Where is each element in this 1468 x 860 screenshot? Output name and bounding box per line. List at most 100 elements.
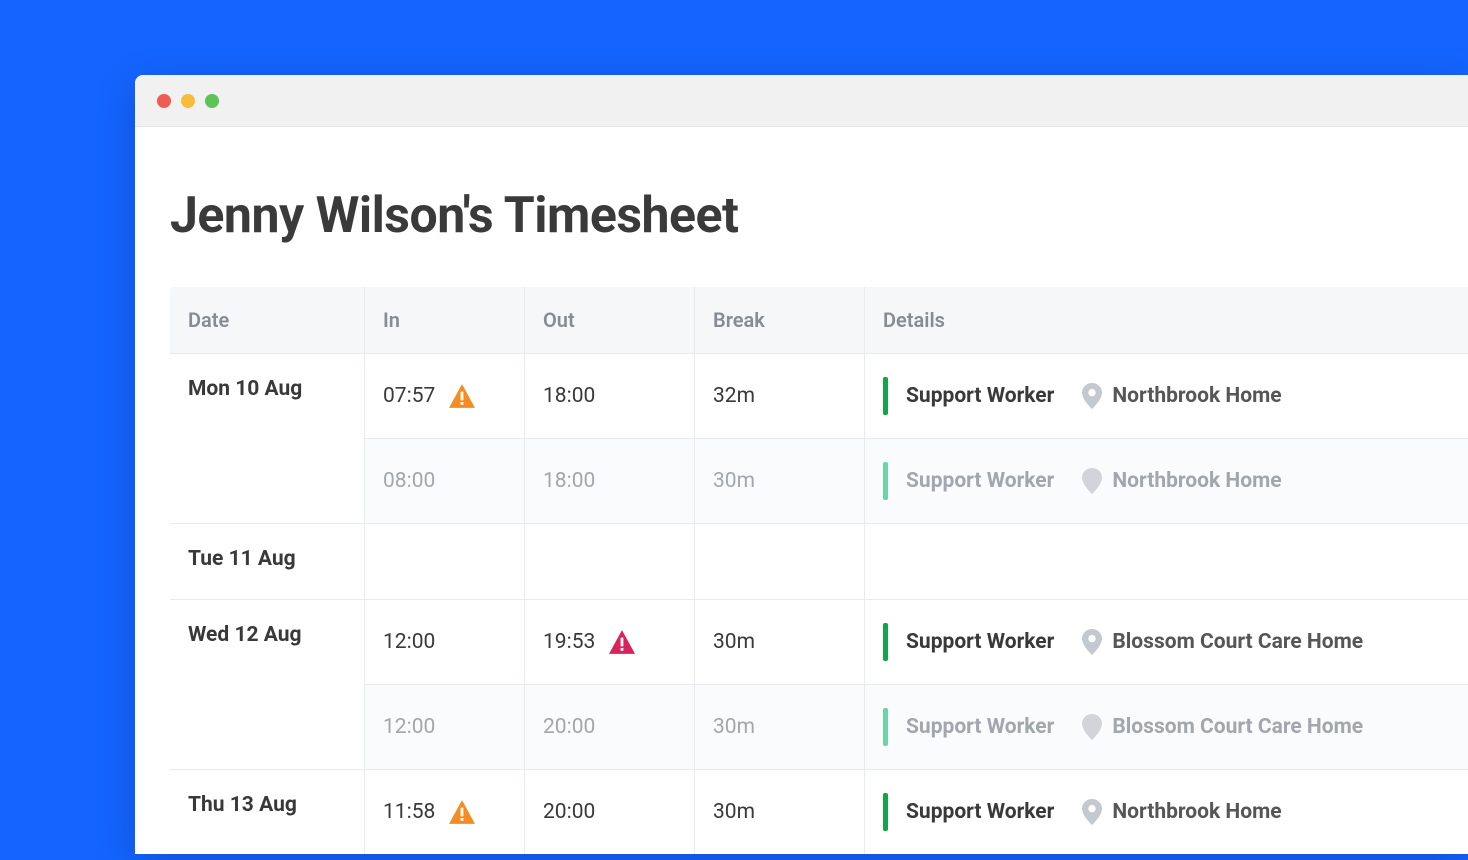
rows-wrap: 11:58 20:00 30m Support Worker Northbrook … [365, 770, 1468, 854]
column-header-break: Break [695, 287, 865, 353]
role-indicator-bar [883, 377, 888, 415]
day-group: Mon 10 Aug 07:57 18:00 32m Support Worker N… [170, 353, 1468, 523]
day-group: Wed 12 Aug 12:00 19:53 30m Support Worker B… [170, 599, 1468, 769]
window-close-button[interactable] [157, 94, 171, 108]
in-time: 12:00 [383, 715, 435, 739]
location-wrap: Blossom Court Care Home [1082, 714, 1363, 740]
location-label: Blossom Court Care Home [1112, 715, 1363, 739]
cell-out[interactable]: 19:53 [525, 600, 695, 684]
page-title: Jenny Wilson's Timesheet [170, 187, 1468, 245]
break-duration: 30m [713, 800, 755, 824]
table-row[interactable]: 11:58 20:00 30m Support Worker Northbrook … [365, 770, 1468, 854]
location-label: Northbrook Home [1112, 469, 1281, 493]
location-wrap: Blossom Court Care Home [1082, 629, 1363, 655]
rows-wrap [365, 524, 1468, 599]
warning-icon [609, 630, 635, 654]
rows-wrap: 07:57 18:00 32m Support Worker Northbrook … [365, 354, 1468, 523]
break-duration: 30m [713, 715, 755, 739]
cell-out[interactable]: 18:00 [525, 354, 695, 438]
window-content: Jenny Wilson's Timesheet Date In Out Bre… [135, 127, 1468, 854]
cell-in[interactable]: 11:58 [365, 770, 525, 854]
cell-in[interactable]: 12:00 [365, 600, 525, 684]
role-indicator-bar [883, 623, 888, 661]
out-time: 20:00 [543, 715, 595, 739]
column-header-date: Date [170, 287, 365, 353]
role-indicator-bar [883, 793, 888, 831]
details-content: Support Worker Northbrook Home [883, 793, 1450, 831]
cell-in[interactable]: 12:00 [365, 685, 525, 769]
day-group: Thu 13 Aug 11:58 20:00 30m Support Worker N… [170, 769, 1468, 854]
role-label: Support Worker [906, 384, 1054, 408]
date-cell: Tue 11 Aug [170, 524, 365, 599]
location-pin-icon [1082, 629, 1102, 655]
window-titlebar [135, 75, 1468, 127]
details-content: Support Worker Blossom Court Care Home [883, 708, 1450, 746]
column-header-in: In [365, 287, 525, 353]
cell-break[interactable]: 32m [695, 354, 865, 438]
out-time: 18:00 [543, 384, 595, 408]
cell-details[interactable]: Support Worker Northbrook Home [865, 770, 1468, 854]
column-header-out: Out [525, 287, 695, 353]
date-cell: Wed 12 Aug [170, 600, 365, 769]
location-pin-icon [1082, 799, 1102, 825]
cell-break[interactable]: 30m [695, 600, 865, 684]
cell-out[interactable]: 18:00 [525, 439, 695, 523]
out-time: 20:00 [543, 800, 595, 824]
in-time: 07:57 [383, 384, 435, 408]
location-label: Blossom Court Care Home [1112, 630, 1363, 654]
role-label: Support Worker [906, 630, 1054, 654]
location-label: Northbrook Home [1112, 800, 1281, 824]
cell-break[interactable]: 30m [695, 770, 865, 854]
location-pin-icon [1082, 383, 1102, 409]
column-header-details: Details [865, 287, 1468, 353]
date-cell: Mon 10 Aug [170, 354, 365, 523]
table-row[interactable]: 12:00 19:53 30m Support Worker Blossom Cou… [365, 600, 1468, 684]
cell-details[interactable]: Support Worker Blossom Court Care Home [865, 685, 1468, 769]
cell-in[interactable] [365, 524, 525, 599]
location-wrap: Northbrook Home [1082, 468, 1281, 494]
location-label: Northbrook Home [1112, 384, 1281, 408]
cell-break[interactable]: 30m [695, 439, 865, 523]
cell-break[interactable] [695, 524, 865, 599]
cell-out[interactable]: 20:00 [525, 770, 695, 854]
role-indicator-bar [883, 708, 888, 746]
window-minimize-button[interactable] [181, 94, 195, 108]
details-content: Support Worker Blossom Court Care Home [883, 623, 1450, 661]
cell-in[interactable]: 08:00 [365, 439, 525, 523]
warning-icon [449, 384, 475, 408]
table-header-row: Date In Out Break Details [170, 287, 1468, 353]
role-label: Support Worker [906, 469, 1054, 493]
cell-out[interactable] [525, 524, 695, 599]
cell-out[interactable]: 20:00 [525, 685, 695, 769]
location-pin-icon [1082, 468, 1102, 494]
cell-details[interactable]: Support Worker Blossom Court Care Home [865, 600, 1468, 684]
timesheet-table: Date In Out Break Details Mon 10 Aug07:5… [170, 287, 1468, 854]
app-window: Jenny Wilson's Timesheet Date In Out Bre… [135, 75, 1468, 854]
in-time: 11:58 [383, 800, 435, 824]
date-cell: Thu 13 Aug [170, 770, 365, 854]
cell-in[interactable]: 07:57 [365, 354, 525, 438]
in-time: 08:00 [383, 469, 435, 493]
out-time: 18:00 [543, 469, 595, 493]
warning-icon [449, 800, 475, 824]
day-group: Tue 11 Aug [170, 523, 1468, 599]
table-body: Mon 10 Aug 07:57 18:00 32m Support Worker N… [170, 353, 1468, 854]
out-time: 19:53 [543, 630, 595, 654]
table-row[interactable]: 07:57 18:00 32m Support Worker Northbrook … [365, 354, 1468, 438]
role-indicator-bar [883, 462, 888, 500]
role-label: Support Worker [906, 800, 1054, 824]
cell-details[interactable] [865, 524, 1468, 599]
cell-break[interactable]: 30m [695, 685, 865, 769]
cell-details[interactable]: Support Worker Northbrook Home [865, 354, 1468, 438]
in-time: 12:00 [383, 630, 435, 654]
table-row[interactable] [365, 524, 1468, 599]
table-row[interactable]: 12:00 20:00 30m Support Worker Blossom Cour… [365, 684, 1468, 769]
break-duration: 32m [713, 384, 755, 408]
details-content: Support Worker Northbrook Home [883, 377, 1450, 415]
cell-details[interactable]: Support Worker Northbrook Home [865, 439, 1468, 523]
window-maximize-button[interactable] [205, 94, 219, 108]
location-wrap: Northbrook Home [1082, 799, 1281, 825]
table-row[interactable]: 08:0018:0030mSupport Worker Northbrook H… [365, 438, 1468, 523]
location-pin-icon [1082, 714, 1102, 740]
role-label: Support Worker [906, 715, 1054, 739]
